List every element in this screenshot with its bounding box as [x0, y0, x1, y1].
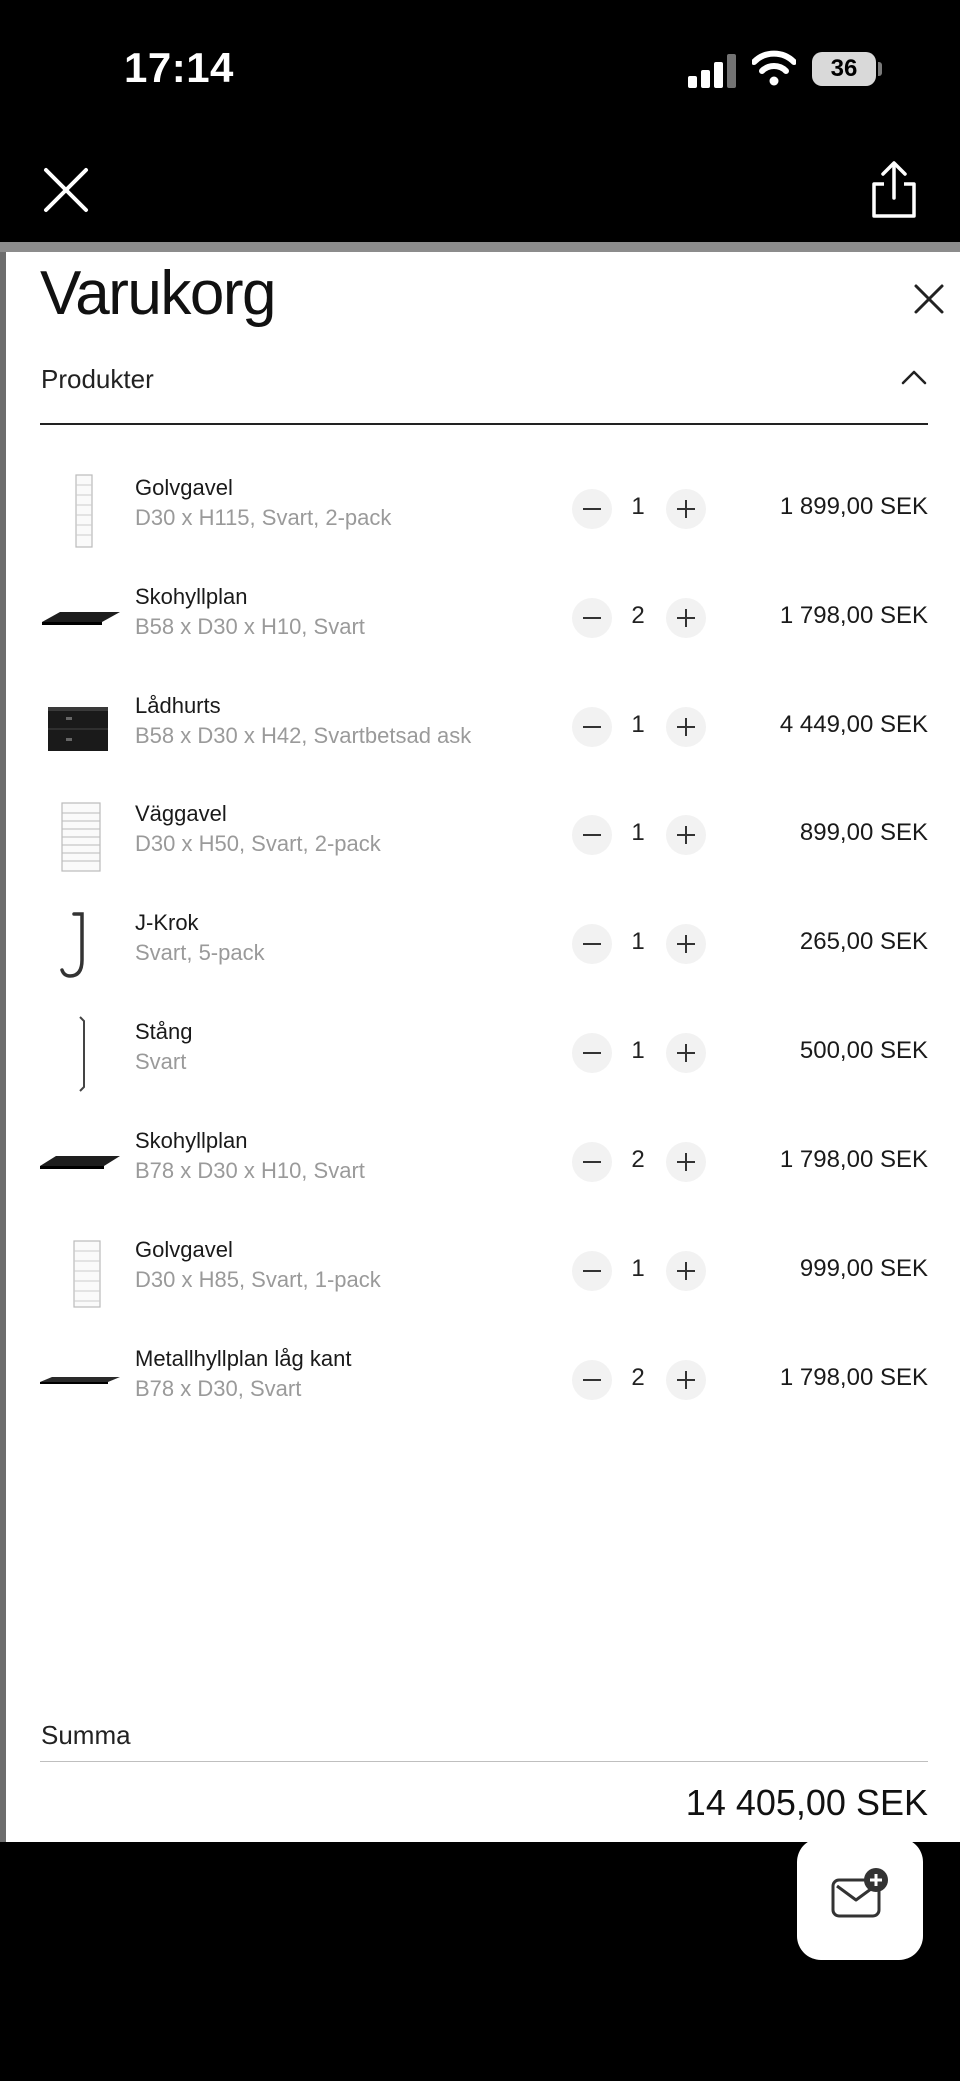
cart-item: Golvgavel D30 x H115, Svart, 2-pack 1 1 …	[40, 457, 928, 557]
sheet-edge	[0, 242, 960, 252]
close-icon[interactable]	[40, 164, 92, 216]
cart-title: Varukorg	[40, 259, 276, 328]
item-name: Lådhurts	[135, 693, 221, 718]
item-price: 4 449,00 SEK	[779, 711, 928, 738]
products-section-label[interactable]: Produkter	[41, 364, 154, 395]
decrease-quantity-button[interactable]	[572, 489, 612, 529]
decrease-quantity-button[interactable]	[572, 1360, 612, 1400]
item-name: Golvgavel	[135, 1237, 233, 1262]
product-thumbnail-rod-icon	[79, 1016, 85, 1092]
cart-sheet: Varukorg Produkter Golvgavel D30 x H115,…	[6, 252, 960, 1842]
increase-quantity-button[interactable]	[666, 707, 706, 747]
item-description: B78 x D30, Svart	[135, 1376, 302, 1401]
increase-quantity-button[interactable]	[666, 489, 706, 529]
item-name: Väggavel	[135, 801, 227, 826]
decrease-quantity-button[interactable]	[572, 924, 612, 964]
item-quantity: 2	[631, 602, 645, 629]
sum-divider	[40, 1761, 928, 1762]
product-thumbnail-ladder-icon	[75, 474, 93, 548]
cart-item: Skohyllplan B78 x D30 x H10, Svart 2 1 7…	[40, 1110, 928, 1210]
item-description: D30 x H115, Svart, 2-pack	[135, 505, 392, 530]
item-name: Golvgavel	[135, 475, 233, 500]
decrease-quantity-button[interactable]	[572, 1033, 612, 1073]
increase-quantity-button[interactable]	[666, 815, 706, 855]
status-bar: 17:14 36	[0, 0, 960, 140]
item-price: 1 798,00 SEK	[779, 1364, 928, 1391]
item-price: 999,00 SEK	[799, 1255, 928, 1282]
product-thumbnail-ladder-icon	[73, 1240, 101, 1308]
item-description: Svart, 5-pack	[135, 940, 265, 965]
item-description: B78 x D30 x H10, Svart	[135, 1158, 365, 1183]
item-quantity: 2	[631, 1364, 645, 1391]
sum-label: Summa	[41, 1720, 131, 1750]
cellular-signal-icon	[688, 52, 736, 88]
item-description: D30 x H85, Svart, 1-pack	[135, 1267, 381, 1292]
item-price: 899,00 SEK	[799, 819, 928, 846]
item-name: Stång	[135, 1019, 193, 1044]
decrease-quantity-button[interactable]	[572, 598, 612, 638]
item-quantity: 2	[631, 1146, 645, 1173]
item-quantity: 1	[631, 928, 645, 955]
item-price: 500,00 SEK	[799, 1037, 928, 1064]
item-description: Svart	[135, 1049, 187, 1074]
cart-total: 14 405,00 SEK	[685, 1782, 928, 1823]
cart-item: Metallhyllplan låg kant B78 x D30, Svart…	[40, 1328, 928, 1428]
item-price: 1 798,00 SEK	[779, 602, 928, 629]
item-name: J-Krok	[135, 910, 199, 935]
cart-item: Stång Svart 1 500,00 SEK	[40, 1001, 928, 1101]
increase-quantity-button[interactable]	[666, 1033, 706, 1073]
increase-quantity-button[interactable]	[666, 1142, 706, 1182]
product-thumbnail-hook-icon	[60, 912, 84, 978]
cart-item: Väggavel D30 x H50, Svart, 2-pack 1 899,…	[40, 783, 928, 883]
chat-button[interactable]	[797, 1838, 923, 1960]
item-quantity: 1	[631, 711, 645, 738]
item-price: 1 798,00 SEK	[779, 1146, 928, 1173]
product-thumbnail-drawer-icon	[48, 707, 108, 751]
item-name: Metallhyllplan låg kant	[135, 1346, 352, 1371]
decrease-quantity-button[interactable]	[572, 1142, 612, 1182]
cart-item: Skohyllplan B58 x D30 x H10, Svart 2 1 7…	[40, 566, 928, 666]
decrease-quantity-button[interactable]	[572, 815, 612, 855]
item-description: B58 x D30 x H42, Svartbetsad ask	[135, 723, 472, 748]
battery-indicator: 36	[812, 52, 876, 86]
close-cart-icon[interactable]	[912, 282, 946, 316]
decrease-quantity-button[interactable]	[572, 1251, 612, 1291]
chat-add-icon	[831, 1868, 888, 1918]
increase-quantity-button[interactable]	[666, 924, 706, 964]
section-divider	[40, 423, 928, 425]
wifi-icon	[752, 50, 796, 86]
chevron-up-icon[interactable]	[900, 368, 928, 386]
item-quantity: 1	[631, 819, 645, 846]
cart-item: Lådhurts B58 x D30 x H42, Svartbetsad as…	[40, 675, 928, 775]
item-quantity: 1	[631, 1255, 645, 1282]
product-thumbnail-ladder-icon	[61, 802, 101, 872]
item-price: 1 899,00 SEK	[779, 493, 928, 520]
decrease-quantity-button[interactable]	[572, 707, 612, 747]
item-quantity: 1	[631, 493, 645, 520]
cart-item: J-Krok Svart, 5-pack 1 265,00 SEK	[40, 892, 928, 992]
item-name: Skohyllplan	[135, 584, 248, 609]
status-time: 17:14	[124, 44, 234, 91]
product-thumbnail-shelf-icon	[42, 612, 120, 625]
item-quantity: 1	[631, 1037, 645, 1064]
battery-tip	[878, 62, 882, 76]
item-description: D30 x H50, Svart, 2-pack	[135, 831, 381, 856]
increase-quantity-button[interactable]	[666, 598, 706, 638]
webview-toolbar	[0, 140, 960, 242]
product-thumbnail-flat-shelf-icon	[40, 1377, 120, 1384]
increase-quantity-button[interactable]	[666, 1251, 706, 1291]
share-icon[interactable]	[866, 160, 922, 220]
item-description: B58 x D30 x H10, Svart	[135, 614, 365, 639]
item-price: 265,00 SEK	[799, 928, 928, 955]
cart-item: Golvgavel D30 x H85, Svart, 1-pack 1 999…	[40, 1219, 928, 1319]
increase-quantity-button[interactable]	[666, 1360, 706, 1400]
product-thumbnail-shelf-icon	[40, 1156, 120, 1169]
item-name: Skohyllplan	[135, 1128, 248, 1153]
